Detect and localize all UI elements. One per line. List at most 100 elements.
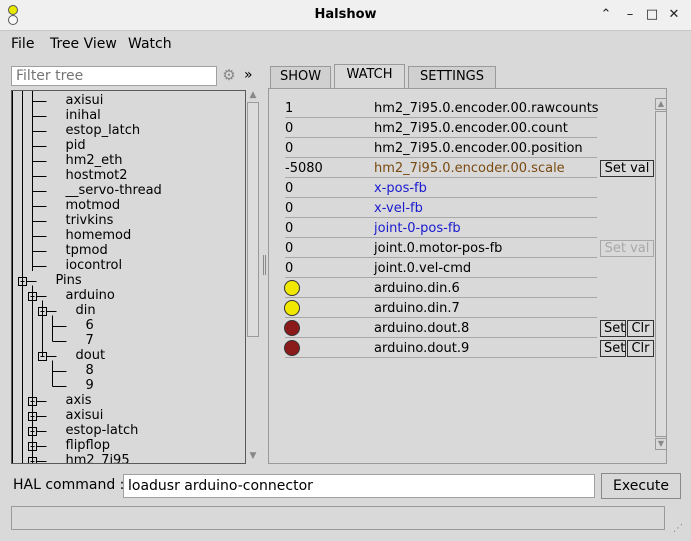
filter-tree-input[interactable]	[11, 66, 217, 86]
tree-connector-lines	[12, 91, 67, 463]
hal-command-label: HAL command :	[13, 477, 125, 493]
tree-item[interactable]: estop-latch	[66, 423, 139, 438]
watch-value: 0	[285, 221, 294, 236]
watch-panel: 1 hm2_7i95.0.encoder.00.rawcounts 0 hm2_7i9…	[268, 88, 667, 464]
watch-signal-name[interactable]: hm2_7i95.0.encoder.00.rawcounts	[374, 101, 599, 116]
watch-signal-name[interactable]: hm2_7i95.0.encoder.00.scale	[374, 161, 565, 176]
tab-watch[interactable]: WATCH	[334, 64, 405, 88]
clear-button[interactable]: Clr	[627, 320, 654, 337]
execute-button[interactable]: Execute	[601, 473, 681, 499]
menu-file[interactable]: File	[11, 36, 34, 52]
watch-signal-name[interactable]: joint.0.vel-cmd	[374, 261, 471, 276]
watch-row: arduino.dout.8 Set Clr	[269, 318, 659, 338]
tree-item[interactable]: 8	[86, 363, 94, 378]
tab-settings[interactable]: SETTINGS	[408, 66, 496, 88]
watch-row: arduino.din.7	[269, 298, 659, 318]
tree-item[interactable]: inihal	[66, 108, 101, 123]
tree-item[interactable]: hm2_7i95	[66, 453, 130, 463]
watch-signal-name[interactable]: x-vel-fb	[374, 201, 423, 216]
watch-signal-name[interactable]: arduino.din.7	[374, 301, 460, 316]
tree-item[interactable]: motmod	[66, 198, 121, 213]
watch-value: -5080	[285, 161, 323, 176]
watch-value: 0	[285, 261, 294, 276]
watch-row: 0 joint-0-pos-fb	[269, 218, 659, 238]
close-icon[interactable]: ✕	[665, 6, 683, 24]
clear-button[interactable]: Clr	[627, 340, 654, 357]
scroll-down-icon[interactable]: ▼	[247, 451, 259, 462]
tree-item[interactable]: 9	[86, 378, 94, 393]
watch-row: 0 joint.0.motor-pos-fb Set val	[269, 238, 659, 258]
led-indicator-icon	[284, 280, 300, 296]
watch-row: 0 joint.0.vel-cmd	[269, 258, 659, 278]
minimize-icon[interactable]: –	[621, 6, 639, 24]
watch-value: 0	[285, 141, 294, 156]
tree-item[interactable]: tpmod	[66, 243, 108, 258]
watch-value: 0	[285, 181, 294, 196]
tree-item[interactable]: estop_latch	[66, 123, 141, 138]
tree-item[interactable]: arduino	[66, 288, 115, 303]
watch-signal-name[interactable]: arduino.dout.8	[374, 321, 469, 336]
led-indicator-icon	[284, 300, 300, 316]
set-value-button[interactable]: Set val	[600, 160, 654, 177]
tree-item[interactable]: Pins	[56, 273, 82, 288]
tree-item[interactable]: axisui	[66, 93, 104, 108]
watch-row: 0 x-vel-fb	[269, 198, 659, 218]
watch-row: 0 x-pos-fb	[269, 178, 659, 198]
tree-item[interactable]: pid	[66, 138, 86, 153]
watch-signal-name[interactable]: joint.0.motor-pos-fb	[374, 241, 502, 256]
watch-value: 0	[285, 201, 294, 216]
watch-row: 1 hm2_7i95.0.encoder.00.rawcounts	[269, 98, 659, 118]
tree-scroll-thumb[interactable]	[247, 102, 259, 337]
tree-item[interactable]: homemod	[66, 228, 132, 243]
menu-tree-view[interactable]: Tree View	[50, 36, 117, 52]
watch-value: 0	[285, 241, 294, 256]
tree-item[interactable]: hm2_eth	[66, 153, 123, 168]
watch-value: 1	[285, 101, 294, 116]
chevron-up-icon[interactable]: ⌃	[597, 6, 615, 24]
resize-grip-icon[interactable]: ⋰	[673, 523, 683, 534]
watch-signal-name[interactable]: joint-0-pos-fb	[374, 221, 461, 236]
tree-item[interactable]: trivkins	[66, 213, 114, 228]
scroll-up-icon[interactable]: ▲	[655, 98, 667, 110]
watch-scrollbar[interactable]: ▲ ▼	[655, 98, 667, 450]
tree-item[interactable]: __servo-thread	[66, 183, 162, 198]
scroll-up-icon[interactable]: ▲	[247, 90, 259, 101]
watch-signal-name[interactable]: arduino.din.6	[374, 281, 460, 296]
watch-signal-name[interactable]: arduino.dout.9	[374, 341, 469, 356]
set-button[interactable]: Set	[600, 320, 626, 337]
scroll-down-icon[interactable]: ▼	[655, 438, 667, 450]
watch-scroll-trough[interactable]	[655, 111, 667, 437]
tree-item[interactable]: din	[76, 303, 96, 318]
tree-item[interactable]: dout	[76, 348, 106, 363]
menu-watch[interactable]: Watch	[128, 36, 172, 52]
tab-show[interactable]: SHOW	[270, 66, 331, 88]
watch-row: arduino.din.6	[269, 278, 659, 298]
status-bar	[11, 506, 665, 530]
menu-bar: File Tree View Watch	[0, 31, 691, 58]
tree-item[interactable]: iocontrol	[66, 258, 123, 273]
led-indicator-icon	[284, 340, 300, 356]
watch-row: 0 hm2_7i95.0.encoder.00.count	[269, 118, 659, 138]
tree-item[interactable]: hostmot2	[66, 168, 128, 183]
maximize-icon[interactable]: □	[643, 6, 661, 24]
hal-command-input[interactable]	[123, 474, 595, 498]
tree-item[interactable]: flipflop	[66, 438, 110, 453]
watch-row: -5080 hm2_7i95.0.encoder.00.scale Set val	[269, 158, 659, 178]
expand-chevron-icon[interactable]: »	[244, 67, 253, 83]
hal-tree[interactable]: axisui inihal estop_latch pid hm2_eth hostmot…	[11, 90, 246, 464]
tree-item[interactable]: axisui	[66, 408, 104, 423]
tree-scrollbar[interactable]: ▲ ▼	[246, 90, 260, 464]
watch-value: 0	[285, 121, 294, 136]
watch-signal-name[interactable]: x-pos-fb	[374, 181, 427, 196]
led-indicator-icon	[284, 320, 300, 336]
set-button[interactable]: Set	[600, 340, 626, 357]
watch-signal-name[interactable]: hm2_7i95.0.encoder.00.count	[374, 121, 568, 136]
tree-item[interactable]: axis	[66, 393, 92, 408]
pane-sash[interactable]	[263, 255, 266, 275]
gear-icon[interactable]: ⚙	[221, 67, 237, 83]
tree-item[interactable]: 6	[86, 318, 94, 333]
watch-signal-name[interactable]: hm2_7i95.0.encoder.00.position	[374, 141, 583, 156]
tree-item[interactable]: 7	[86, 333, 94, 348]
set-value-button: Set val	[600, 240, 654, 257]
watch-row: arduino.dout.9 Set Clr	[269, 338, 659, 358]
